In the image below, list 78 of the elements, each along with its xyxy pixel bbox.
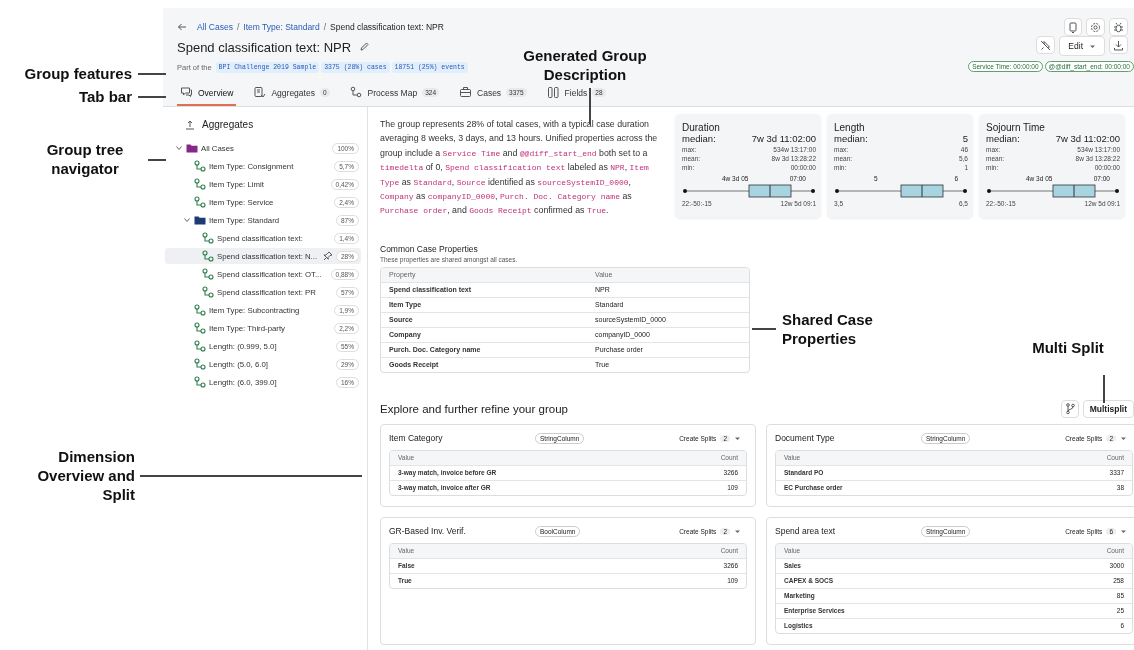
caret-icon [1089,43,1096,49]
leader-line [752,328,776,330]
breadcrumb-link[interactable]: All Cases [197,22,233,32]
tab[interactable]: Overview [177,82,237,106]
stat-value: 7w 3d 11:02:00 [1055,133,1120,145]
leader-line [138,73,166,75]
checklist-icon [253,86,267,99]
flow-icon [194,160,206,172]
group-description: The group represents 28% of total cases, with a typical case duration averaging 8 weeks, 3 days, and 13 hours. Unified properties across the group include a Service Time and @@diff_start_end both set to a timedelta of 0, Spend classification text labeled as NPR, Item Type as Standard, Source identified as sourceSystemID_0000, Company as companyID_0000, Purch. Doc. Category name as Purchase order, and Goods Receipt confirmed as True. [380,118,659,218]
branch-button[interactable] [1060,399,1079,418]
upload-icon [185,119,195,130]
dimension-title: GR-Based Inv. Verif. [389,526,467,537]
chevron-icon[interactable] [175,144,183,152]
flow-icon [194,304,206,316]
settings-button[interactable] [1086,18,1105,36]
annotation-label: Group tree navigator [45,140,125,178]
bug-icon [1113,21,1124,33]
download-button[interactable] [1109,36,1128,54]
branch-icon [1064,403,1075,415]
unpin-button[interactable] [1036,36,1056,54]
flow-icon [202,268,214,280]
page-title: Spend classification text: NPR [177,39,352,55]
annotation-label: Dimension Overview and Split [36,447,135,504]
pin-icon [323,251,333,261]
breadcrumb-separator: / [236,22,240,32]
multisplit-button[interactable]: Multisplit [1082,399,1134,418]
dimension-title: Item Category [389,433,444,444]
annotation-label: Multi Split [1031,338,1105,357]
flow-icon [194,196,206,208]
section-title: Common Case Properties [380,243,479,254]
stat-title: Length [834,122,866,133]
dimension-title: Spend area text [775,526,836,537]
caret-icon [734,528,741,534]
breadcrumb-current: Spend classification text: NPR [330,22,444,32]
caret-icon [1120,435,1127,441]
settings-icon [1090,21,1101,33]
flow-icon [194,322,206,334]
caret-icon [734,435,741,441]
stat-title: Sojourn Time [986,122,1046,133]
columns-icon [546,86,560,99]
flow-icon [349,86,363,99]
flow-icon [194,178,206,190]
caret-icon [1120,528,1127,534]
bug-button[interactable] [1109,18,1128,36]
download-icon [1113,39,1124,51]
flow-icon [194,376,206,388]
pencil-icon[interactable] [359,42,370,52]
leader-line [148,159,166,161]
stat-title: Duration [682,122,721,133]
chevron-icon[interactable] [183,216,191,224]
stat-label: median: [834,133,868,145]
annotation-label: Tab bar [77,87,132,106]
annotation-label: Generated Group Description [522,46,648,84]
leader-line [138,96,166,98]
breadcrumb-link[interactable]: Item Type: Standard [243,22,320,32]
annotation-label: Shared Case Properties [782,310,874,348]
stat-value: 5 [962,133,968,145]
flow-icon [194,358,206,370]
briefcase-icon [459,86,472,99]
flow-icon [202,232,214,244]
edit-button[interactable]: Edit [1059,36,1105,56]
stat-value: 7w 3d 11:02:00 [751,133,816,145]
pin-off-icon [1040,39,1052,51]
stat-label: median: [682,133,716,145]
flow-icon [194,340,206,352]
flow-icon [202,286,214,298]
leader-line [589,88,591,124]
tablet-icon [1068,21,1078,33]
dimension-title: Document Type [775,433,836,444]
section-title: Explore and further refine your group [380,402,568,415]
leader-line [1103,375,1105,403]
sidebar-heading: Aggregates [202,119,254,130]
back-arrow-icon [177,22,187,32]
stat-label: median: [986,133,1020,145]
annotation-label: Group features [23,64,132,83]
chat-icon [180,86,193,99]
flow-icon [202,250,214,262]
breadcrumb-separator: / [323,22,327,32]
